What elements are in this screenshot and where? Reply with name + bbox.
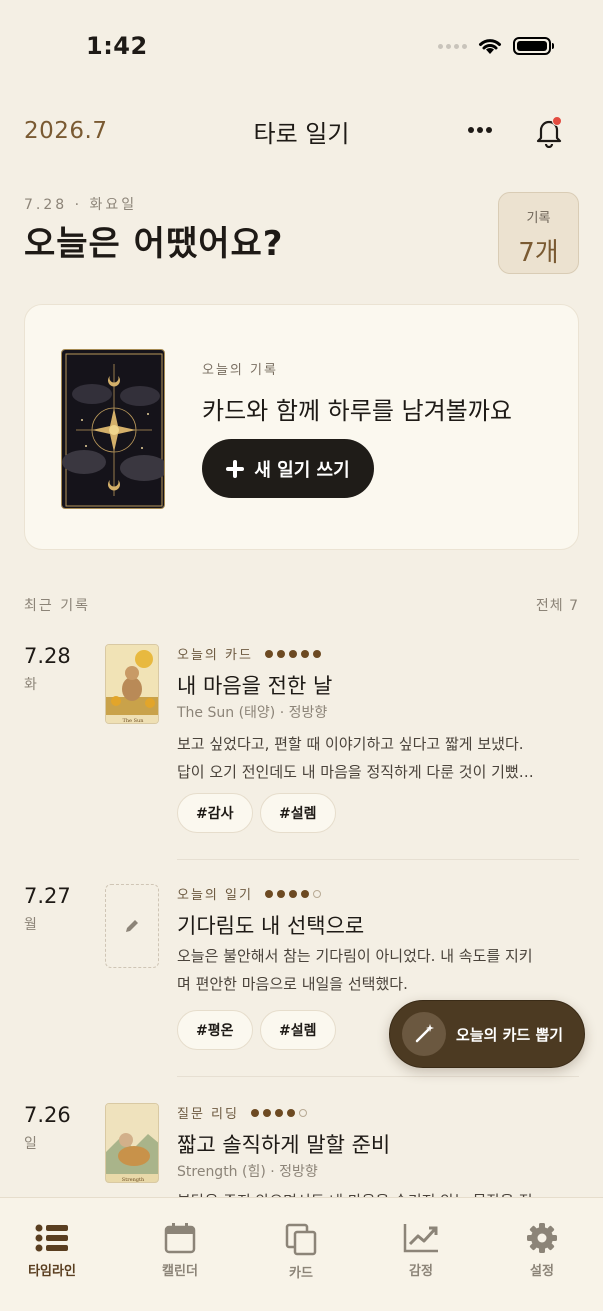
the-sun-card-thumbnail: The Sun [105,644,159,724]
thumb-caption: Strength [122,1177,145,1183]
rating-dot [312,649,321,658]
signal-icon [438,43,467,49]
app-header: 2026.7 타로 일기 [0,108,603,154]
entry-divider [177,859,579,860]
tab-label: 감정 [409,1264,433,1279]
entry-body: 오늘은 불안해서 참는 기다림이 아니었다. 내 속도를 지키 며 편안한 마음… [177,942,579,998]
entry-type-text: 오늘의 일기 [177,888,253,903]
rating-dot [274,1108,283,1117]
entry-date: 7.27 [24,884,71,908]
entry-type-text: 오늘의 카드 [177,648,253,663]
more-button[interactable] [466,116,494,144]
new-entry-button[interactable]: 새 일기 쓰기 [202,439,374,498]
tag-chip[interactable]: #설렘 [260,793,336,833]
empty-card-thumbnail [105,884,159,968]
rating-dot [312,889,321,898]
draw-card-fab[interactable]: 오늘의 카드 뽑기 [389,1000,585,1068]
tab-timeline[interactable]: 타임라인 [2,1222,102,1279]
entry-body-line: 오늘은 불안해서 참는 기다림이 아니었다. 내 속도를 지키 [177,947,533,965]
rating-dot [262,1108,271,1117]
magic-wand-icon [402,1012,446,1056]
entry-title: 기다림도 내 선택으로 [177,914,365,938]
entry-body-line: 보고 싶었다고, 편할 때 이야기하고 싶다고 짧게 보냈다. [177,735,524,753]
rating-dot [276,889,285,898]
draw-card-label: 오늘의 카드 뽑기 [456,1025,564,1044]
status-icons [438,36,554,56]
rating-dot [264,649,273,658]
rating-dot [286,1108,295,1117]
status-time: 1:42 [86,32,148,60]
entry-date: 7.28 [24,644,71,668]
wifi-icon [479,39,501,54]
entry-body: 보고 싶었다고, 편할 때 이야기하고 싶다고 짧게 보냈다. 답이 오기 전인… [177,730,579,786]
entry-count-badge: 기록 7개 [498,192,579,274]
entry-type-label: 오늘의 일기 [177,884,321,903]
gear-icon [527,1223,557,1253]
entry-title: 내 마음을 전한 날 [177,674,333,698]
status-bar: 1:42 [0,0,603,90]
tab-cards[interactable]: 카드 [251,1222,351,1281]
rating-dot [288,649,297,658]
today-date: 7.28 · 화요일 [24,197,138,213]
list-icon [35,1224,68,1252]
hero-subtitle: 오늘의 기록 [202,363,278,378]
notification-dot [552,116,562,126]
rating-dot [300,649,309,658]
recent-section-label: 최근 기록 [24,598,90,614]
tab-calendar[interactable]: 캘린더 [130,1222,230,1279]
entry-weekday: 일 [24,1136,37,1152]
calendar-icon [164,1223,196,1254]
entry-type-label: 오늘의 카드 [177,644,321,663]
entry-type-label: 질문 리딩 [177,1103,307,1122]
entry-card-name: Strength (힘) · 정방향 [177,1164,318,1180]
entry-divider [177,1076,579,1077]
more-icon [468,127,474,133]
today-record-card: 오늘의 기록 카드와 함께 하루를 남겨볼까요 새 일기 쓰기 [24,304,579,550]
tab-emotion[interactable]: 감정 [371,1222,471,1279]
entry-body-line: 답이 오기 전인데도 내 마음을 정직하게 다룬 것이 기뻤… [177,763,534,781]
rating-dots [250,1108,307,1117]
entry-weekday: 화 [24,677,37,693]
hero-prompt: 카드와 함께 하루를 남겨볼까요 [202,397,512,425]
page-title: 타로 일기 [253,120,350,148]
view-all-link[interactable]: 전체 7 [536,595,579,615]
rating-dot [250,1108,259,1117]
battery-icon [513,37,554,55]
strength-card-thumbnail: Strength [105,1103,159,1183]
entry-weekday: 월 [24,917,37,933]
entry-count-value: 7개 [518,238,559,268]
rating-dot [288,889,297,898]
rating-dots [264,649,321,658]
notification-button[interactable] [532,114,566,149]
rating-dot [264,889,273,898]
tab-label: 타임라인 [28,1264,76,1279]
rating-dot [298,1108,307,1117]
tag-chip[interactable]: #평온 [177,1010,253,1050]
cards-icon [285,1223,317,1256]
entry-card-name: The Sun (태양) · 정방향 [177,705,328,721]
entry-date: 7.26 [24,1103,71,1127]
pencil-icon [126,920,138,932]
tab-label: 캘린더 [162,1264,198,1279]
tab-settings[interactable]: 설정 [492,1222,592,1279]
tag-chip[interactable]: #감사 [177,793,253,833]
rating-dots [264,889,321,898]
tag-chip[interactable]: #설렘 [260,1010,336,1050]
entry-title: 짧고 솔직하게 말할 준비 [177,1133,391,1157]
tab-bar: 타임라인 캘린더 카드 감정 설정 [0,1197,603,1311]
tarot-card-back-image [61,349,165,509]
greeting-title: 오늘은 어땠어요? [24,224,284,264]
entry-type-text: 질문 리딩 [177,1107,239,1122]
entry-body-line: 며 편안한 마음으로 내일을 선택했다. [177,975,408,993]
new-entry-label: 새 일기 쓰기 [254,459,350,481]
entry-count-label: 기록 [526,211,551,226]
plus-icon [226,459,245,478]
tab-label: 카드 [289,1266,313,1281]
tab-label: 설정 [530,1264,554,1279]
rating-dot [276,649,285,658]
thumb-caption: The Sun [123,718,145,724]
chart-icon [403,1224,438,1253]
rating-dot [300,889,309,898]
